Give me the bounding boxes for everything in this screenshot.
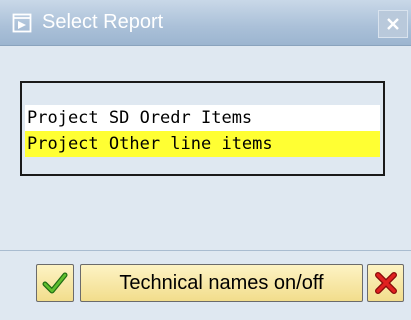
checkmark-icon	[42, 272, 68, 294]
cancel-x-icon	[375, 272, 397, 294]
report-list: Project SD Oredr Items Project Other lin…	[20, 81, 385, 176]
close-button[interactable]	[378, 10, 408, 38]
report-select-icon	[12, 13, 32, 33]
list-item-project-sd-order-items[interactable]: Project SD Oredr Items	[25, 105, 380, 131]
dialog-title: Select Report	[42, 11, 164, 33]
ok-button[interactable]	[36, 264, 74, 302]
list-item-project-other-line-items[interactable]: Project Other line items	[25, 131, 380, 157]
footer-divider	[0, 250, 411, 251]
technical-names-toggle-button[interactable]: Technical names on/off	[80, 264, 363, 302]
title-bar: Select Report	[0, 0, 411, 46]
cancel-button[interactable]	[367, 264, 404, 302]
technical-names-label: Technical names on/off	[119, 272, 324, 294]
select-report-dialog: Select Report Project SD Oredr Items Pro…	[0, 0, 411, 320]
close-icon	[387, 18, 399, 30]
